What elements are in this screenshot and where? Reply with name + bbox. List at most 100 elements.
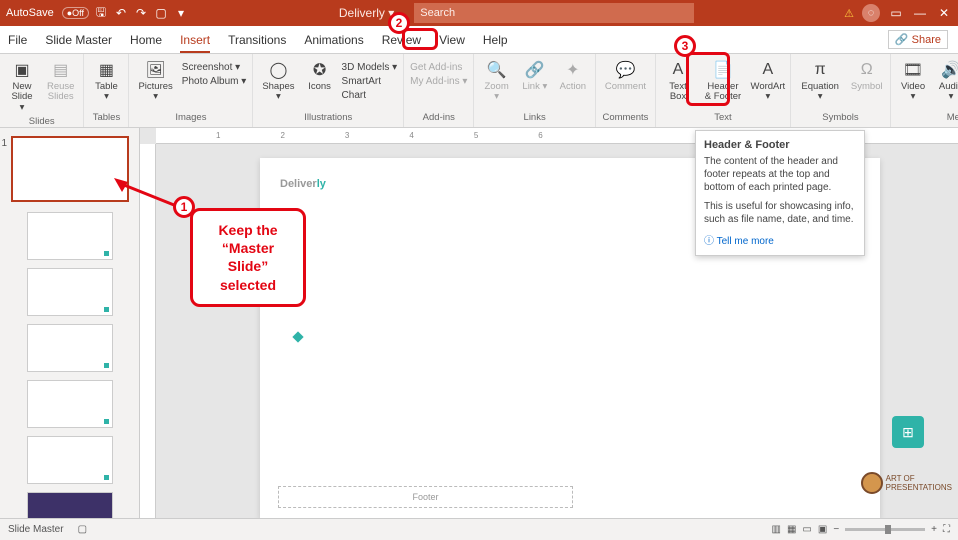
- group-images: 🖼Pictures ▾ Screenshot ▾ Photo Album ▾ I…: [129, 54, 253, 127]
- status-icon: ▢: [78, 524, 87, 535]
- group-tables: ▦Table ▾ Tables: [84, 54, 129, 127]
- menu-home[interactable]: Home: [130, 33, 162, 47]
- share-button[interactable]: 🔗 Share: [888, 30, 948, 49]
- save-icon[interactable]: 🖫: [93, 5, 109, 21]
- menu-help[interactable]: Help: [483, 33, 508, 47]
- addins-mini: Get Add-ins My Add-ins ▾: [410, 58, 467, 87]
- table-button[interactable]: ▦Table ▾: [90, 58, 122, 105]
- titlebar-left: AutoSave ● Off 🖫 ↶ ↷ ▢ ▾: [6, 5, 189, 21]
- header-footer-tooltip: Header & Footer The content of the heade…: [695, 130, 865, 256]
- annotation-box-view: [402, 28, 438, 50]
- group-slides: ▣New Slide ▾ ▤Reuse Slides Slides: [0, 54, 84, 127]
- layout-thumb[interactable]: [27, 212, 113, 260]
- account-icon[interactable]: ◌: [862, 4, 880, 22]
- tooltip-p2: This is useful for showcasing info, such…: [704, 200, 856, 226]
- tooltip-link[interactable]: ⓘ Tell me more: [704, 236, 774, 247]
- watermark-logo: ART OFPRESENTATIONS: [861, 472, 952, 494]
- video-icon: 🎞: [903, 60, 923, 80]
- close-icon[interactable]: ✕: [936, 5, 952, 21]
- group-comments: 💬Comment Comments: [596, 54, 656, 127]
- layout-thumb[interactable]: [27, 324, 113, 372]
- fit-window-icon[interactable]: ⛶: [943, 524, 950, 535]
- menu-slide-master[interactable]: Slide Master: [45, 33, 112, 47]
- audio-button[interactable]: 🔊Audio ▾: [935, 58, 958, 105]
- wordart-button[interactable]: АWordArt ▾: [752, 58, 784, 105]
- group-media: 🎞Video ▾ 🔊Audio ▾ ⏺Screen Recording Medi…: [891, 54, 958, 127]
- layout-thumb[interactable]: [27, 380, 113, 428]
- titlebar-center: Deliverly ▾: [195, 3, 838, 23]
- annotation-circle-2: 2: [388, 12, 410, 34]
- video-button[interactable]: 🎞Video ▾: [897, 58, 929, 105]
- chart-button[interactable]: Chart: [342, 90, 398, 101]
- menu-bar: File Slide Master Home Insert Transition…: [0, 26, 958, 54]
- group-symbols: πEquation ▾ ΩSymbol Symbols: [791, 54, 891, 127]
- annotation-box-header-footer: [686, 52, 730, 106]
- group-addins: Get Add-ins My Add-ins ▾ Add-ins: [404, 54, 474, 127]
- images-mini: Screenshot ▾ Photo Album ▾: [182, 58, 247, 87]
- layout-thumb[interactable]: [27, 492, 113, 518]
- tooltip-title: Header & Footer: [704, 139, 856, 151]
- smartart-button[interactable]: SmartArt: [342, 76, 398, 87]
- new-slide-button[interactable]: ▣New Slide ▾: [6, 58, 38, 115]
- zoom-icon: 🔍: [487, 60, 507, 80]
- shapes-button[interactable]: ◯Shapes ▾: [259, 58, 297, 105]
- pictures-button[interactable]: 🖼Pictures ▾: [135, 58, 175, 105]
- my-addins-button: My Add-ins ▾: [410, 76, 467, 87]
- group-links: 🔍Zoom ▾ 🔗Link ▾ ✦Action Links: [474, 54, 595, 127]
- titlebar-right: ⚠ ◌ ▭ — ✕: [844, 4, 952, 22]
- get-addins-button: Get Add-ins: [410, 62, 467, 73]
- view-normal-icon[interactable]: ▥: [772, 524, 781, 535]
- annotation-callout: Keep the “Master Slide” selected: [190, 208, 306, 307]
- wordart-icon: А: [758, 60, 778, 80]
- search-input[interactable]: [414, 3, 694, 23]
- footer-placeholder[interactable]: Footer: [278, 486, 573, 508]
- zoom-slider[interactable]: [845, 528, 925, 531]
- menu-file[interactable]: File: [8, 33, 27, 47]
- equation-button[interactable]: πEquation ▾: [797, 58, 844, 105]
- master-thumb[interactable]: 1: [11, 136, 129, 202]
- title-bar: AutoSave ● Off 🖫 ↶ ↷ ▢ ▾ Deliverly ▾ ⚠ ◌…: [0, 0, 958, 26]
- link-icon: 🔗: [525, 60, 545, 80]
- warning-icon[interactable]: ⚠: [844, 7, 854, 20]
- shapes-icon: ◯: [268, 60, 288, 80]
- photo-album-button[interactable]: Photo Album ▾: [182, 76, 247, 87]
- menu-animations[interactable]: Animations: [304, 33, 363, 47]
- minimize-icon[interactable]: —: [912, 5, 928, 21]
- menu-insert[interactable]: Insert: [180, 33, 210, 53]
- menu-transitions[interactable]: Transitions: [228, 33, 286, 47]
- icons-icon: ✪: [310, 60, 330, 80]
- reuse-slides-icon: ▤: [51, 60, 71, 80]
- audio-icon: 🔊: [941, 60, 958, 80]
- brand-text: Deliverly: [280, 178, 326, 190]
- view-reading-icon[interactable]: ▭: [802, 524, 811, 535]
- undo-icon[interactable]: ↶: [113, 5, 129, 21]
- reuse-slides-button: ▤Reuse Slides: [44, 58, 77, 105]
- redo-icon[interactable]: ↷: [133, 5, 149, 21]
- comment-icon: 💬: [615, 60, 635, 80]
- view-slideshow-icon[interactable]: ▣: [818, 524, 827, 535]
- layout-thumb[interactable]: [27, 268, 113, 316]
- table-icon: ▦: [96, 60, 116, 80]
- ribbon: ▣New Slide ▾ ▤Reuse Slides Slides ▦Table…: [0, 54, 958, 128]
- view-sorter-icon[interactable]: ▦: [787, 524, 796, 535]
- bullet-shape: [292, 331, 303, 342]
- symbol-button: ΩSymbol: [849, 58, 884, 94]
- screenshot-button[interactable]: Screenshot ▾: [182, 62, 247, 73]
- new-slide-icon: ▣: [12, 60, 32, 80]
- action-icon: ✦: [563, 60, 583, 80]
- status-mode: Slide Master: [8, 524, 64, 535]
- symbol-icon: Ω: [857, 60, 877, 80]
- slideshow-icon[interactable]: ▢: [153, 5, 169, 21]
- ribbon-options-icon[interactable]: ▭: [888, 5, 904, 21]
- comment-button: 💬Comment: [602, 58, 649, 94]
- menu-view[interactable]: View: [439, 33, 465, 47]
- qat-more-icon[interactable]: ▾: [173, 5, 189, 21]
- document-name[interactable]: Deliverly ▾: [339, 6, 394, 20]
- 3d-models-button[interactable]: 3D Models ▾: [342, 62, 398, 73]
- action-button: ✦Action: [557, 58, 589, 94]
- design-ideas-button[interactable]: ⊞: [892, 416, 924, 448]
- layout-thumb[interactable]: [27, 436, 113, 484]
- tooltip-p1: The content of the header and footer rep…: [704, 155, 856, 194]
- icons-button[interactable]: ✪Icons: [304, 58, 336, 94]
- autosave-toggle[interactable]: ● Off: [62, 7, 89, 19]
